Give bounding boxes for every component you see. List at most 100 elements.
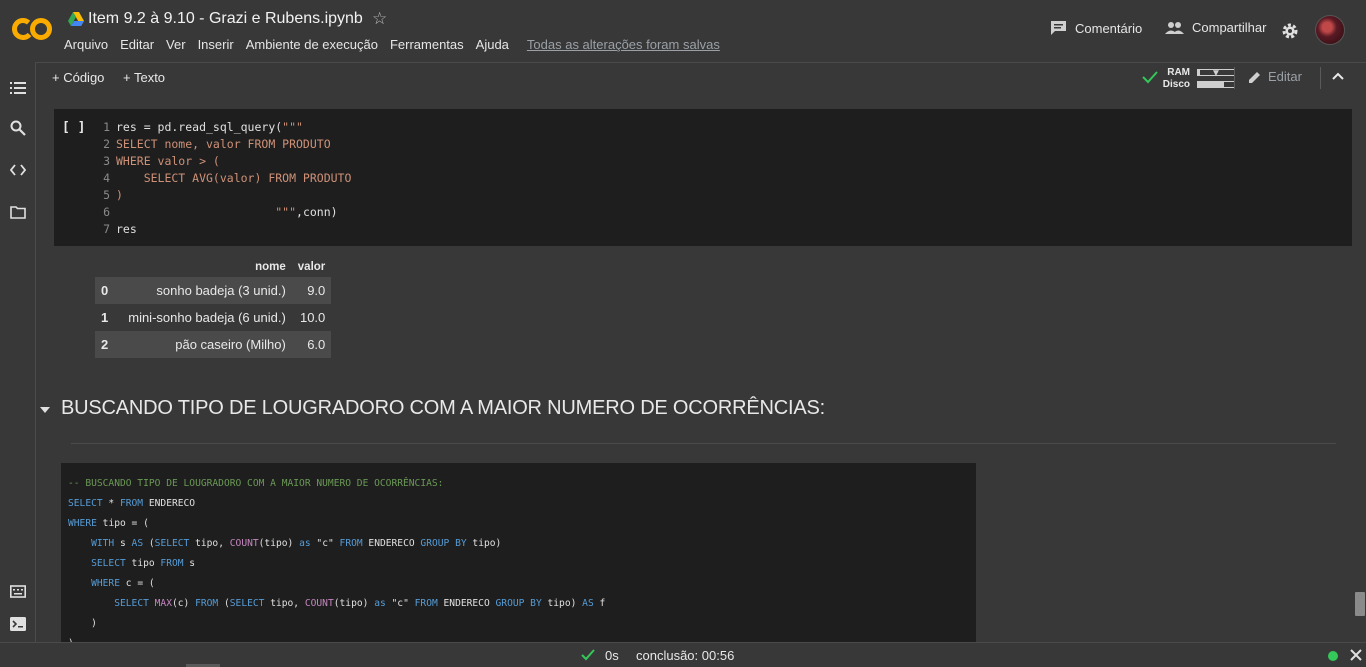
comment-button[interactable]: Comentário: [1050, 20, 1142, 36]
sql-keyword: GROUP BY: [420, 538, 467, 549]
toc-icon[interactable]: [10, 80, 26, 96]
scrollbar-thumb[interactable]: [1355, 592, 1365, 616]
close-icon[interactable]: [1350, 649, 1362, 661]
completion-time: conclusão: 00:56: [636, 648, 735, 663]
sql-keyword: SELECT: [68, 498, 103, 509]
drive-icon: [68, 12, 84, 26]
folder-icon[interactable]: [10, 204, 26, 220]
menu-ajuda[interactable]: Ajuda: [476, 37, 509, 52]
section-arrow-icon[interactable]: [40, 406, 50, 414]
disk-label: Disco: [1162, 79, 1190, 90]
sql-text: s: [114, 538, 132, 549]
code-line: 3 WHERE valor > (: [96, 154, 220, 168]
notebook-main[interactable]: [ ] 1 res = pd.read_sql_query(""" 2 SELECT…: [36, 92, 1366, 642]
table-header-valor: valor: [297, 261, 326, 273]
sql-text: (tipo): [258, 538, 300, 549]
code-line: 1 res = pd.read_sql_query(""": [96, 120, 303, 134]
sql-keyword: AS: [582, 598, 594, 609]
sql-text: f: [593, 598, 606, 609]
sql-keyword: SELECT: [114, 598, 149, 609]
dropdown-arrow-icon[interactable]: ▼: [1211, 68, 1221, 79]
execution-time: 0s: [605, 648, 619, 663]
sql-text: ENDERECO: [362, 538, 421, 549]
menu-ver[interactable]: Ver: [166, 37, 186, 52]
section-heading: BUSCANDO TIPO DE LOUGRADORO COM A MAIOR …: [61, 397, 825, 419]
line-number: 7: [103, 222, 110, 236]
sql-indent: [68, 538, 91, 549]
sql-text: (: [218, 598, 230, 609]
sql-text: s: [183, 558, 196, 569]
notebook-title[interactable]: Item 9.2 à 9.10 - Grazi e Rubens.ipynb: [88, 10, 363, 28]
check-icon: [581, 649, 595, 661]
output-dataframe: nome valor 0 sonho badeja (3 unid.) 9.0 …: [95, 257, 332, 358]
row-index: 1: [101, 310, 109, 325]
row-index: 2: [95, 331, 123, 358]
share-button[interactable]: Compartilhar: [1165, 20, 1266, 35]
code-string: """: [116, 205, 297, 219]
ram-bar-fill: [1198, 70, 1200, 75]
line-number: 6: [103, 205, 110, 219]
sql-text: tipo: [125, 558, 161, 569]
toolbar-divider: [1234, 67, 1235, 89]
table-row: 1 mini-sonho badeja (6 unid.) 10.0: [95, 304, 331, 331]
search-icon[interactable]: [10, 120, 26, 136]
table-row: 2 pão caseiro (Milho) 6.0: [95, 331, 332, 358]
menu-inserir[interactable]: Inserir: [198, 37, 234, 52]
add-code-button[interactable]: + Código: [52, 70, 104, 85]
code-string: ): [116, 188, 123, 202]
sql-line: WHERE tipo = (: [68, 518, 149, 529]
row-index: 0: [95, 277, 123, 304]
sql-keyword: GROUP BY: [495, 598, 542, 609]
sql-keyword: WHERE: [91, 578, 120, 589]
section-divider: [71, 443, 1336, 444]
menu-ambiente[interactable]: Ambiente de execução: [246, 37, 378, 52]
terminal-icon[interactable]: [10, 616, 26, 632]
add-text-button[interactable]: + Texto: [123, 70, 165, 85]
collapse-chevron-icon[interactable]: [1331, 69, 1345, 83]
run-cell-button[interactable]: [ ]: [62, 120, 85, 135]
sql-code-block[interactable]: -- BUSCANDO TIPO DE LOUGRADORO COM A MAI…: [61, 463, 976, 642]
sql-keyword: WITH: [91, 538, 115, 549]
command-palette-icon[interactable]: [10, 584, 26, 600]
edit-label: Editar: [1268, 69, 1302, 84]
sql-line: ): [68, 618, 97, 629]
cell-valor: 6.0: [291, 331, 332, 358]
sql-text: "c": [385, 598, 415, 609]
edit-button[interactable]: Editar: [1248, 69, 1302, 84]
line-number: 1: [103, 120, 110, 134]
code-snippets-icon[interactable]: [10, 162, 26, 178]
sql-line: SELECT tipo FROM s: [68, 558, 195, 569]
sql-text: tipo,: [189, 538, 230, 549]
comment-label: Comentário: [1075, 20, 1143, 36]
avatar[interactable]: [1315, 15, 1345, 45]
code-line: 6 """,conn): [96, 205, 338, 219]
cell-nome: sonho badeja (3 unid.): [122, 277, 292, 304]
line-number: 3: [103, 154, 110, 168]
statusbar: 0s conclusão: 00:56: [0, 642, 1366, 667]
save-status-link[interactable]: Todas as alterações foram salvas: [527, 37, 720, 52]
disk-bar: [1197, 81, 1235, 88]
code-line: 5): [96, 188, 123, 202]
code-text: ,conn): [296, 205, 338, 219]
sql-keyword: FROM: [195, 598, 219, 609]
sql-keyword: FROM: [414, 598, 438, 609]
gear-icon[interactable]: [1281, 22, 1299, 40]
sql-text: *: [102, 498, 120, 509]
code-cell[interactable]: [ ] 1 res = pd.read_sql_query(""" 2 SELECT…: [54, 109, 1352, 246]
menu-editar[interactable]: Editar: [120, 37, 154, 52]
table-header-row: nome valor: [95, 257, 331, 277]
code-text: res: [116, 222, 137, 236]
menu-arquivo[interactable]: Arquivo: [64, 37, 108, 52]
sql-keyword: SELECT: [91, 558, 126, 569]
menu-ferramentas[interactable]: Ferramentas: [390, 37, 464, 52]
sql-keyword: as: [299, 538, 311, 549]
star-icon[interactable]: ☆: [372, 9, 387, 29]
sql-text: ENDERECO: [143, 498, 196, 509]
sql-text: (tipo): [333, 598, 375, 609]
toolbar-divider: [1320, 67, 1321, 89]
sql-text: tipo): [541, 598, 583, 609]
sql-function: COUNT: [229, 538, 259, 549]
colab-logo[interactable]: [12, 14, 52, 44]
resource-labels: RAM Disco: [1162, 67, 1190, 91]
code-line: 7 res: [96, 222, 137, 236]
